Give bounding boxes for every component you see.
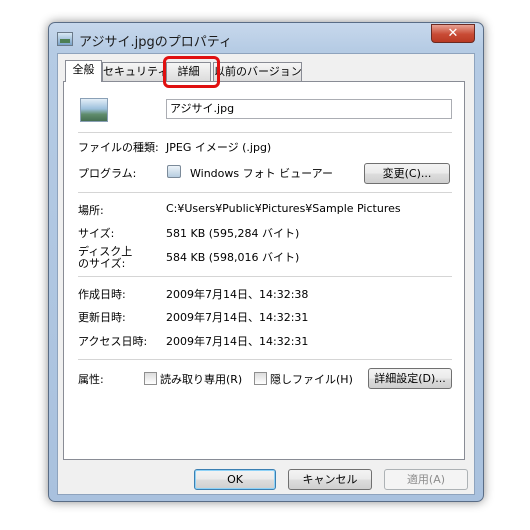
disk-size-label-line2: のサイズ: [78,257,126,270]
disk-size-value: 584 KB (598,016 バイト) [166,251,300,264]
divider [78,276,452,277]
location-label: 場所: [78,204,104,217]
readonly-checkbox[interactable] [144,372,157,385]
accessed-label: アクセス日時: [78,335,148,348]
general-panel-content: アジサイ.jpg ファイルの種類: JPEG イメージ (.jpg) プログラム… [0,0,530,530]
readonly-label[interactable]: 読み取り専用(R) [160,371,242,387]
modified-value: 2009年7月14日、14:32:31 [166,311,309,324]
size-value: 581 KB (595,284 バイト) [166,227,300,240]
modified-label: 更新日時: [78,311,126,324]
photo-viewer-icon [167,165,181,178]
cancel-button[interactable]: キャンセル [288,469,372,490]
file-type-label: ファイルの種類: [78,141,159,154]
program-value: Windows フォト ビューアー [190,167,333,180]
attributes-label: 属性: [78,373,104,386]
program-label: プログラム: [78,167,137,180]
ok-button[interactable]: OK [194,469,276,490]
accessed-value: 2009年7月14日、14:32:31 [166,335,309,348]
apply-button[interactable]: 適用(A) [384,469,468,490]
hidden-label[interactable]: 隠しファイル(H) [270,371,353,387]
disk-size-label-line1: ディスク上 [78,245,133,258]
details-tab-highlight [163,56,220,88]
change-button[interactable]: 変更(C)... [364,163,450,184]
advanced-button[interactable]: 詳細設定(D)... [368,368,452,389]
file-type-value: JPEG イメージ (.jpg) [166,141,272,154]
location-value: C:¥Users¥Public¥Pictures¥Sample Pictures [166,202,401,215]
created-value: 2009年7月14日、14:32:38 [166,288,309,301]
divider [78,359,452,360]
divider [78,192,452,193]
image-thumbnail-icon [80,98,108,122]
created-label: 作成日時: [78,288,126,301]
divider [78,132,452,133]
size-label: サイズ: [78,227,115,240]
file-name-input[interactable]: アジサイ.jpg [166,99,452,119]
hidden-checkbox[interactable] [254,372,267,385]
